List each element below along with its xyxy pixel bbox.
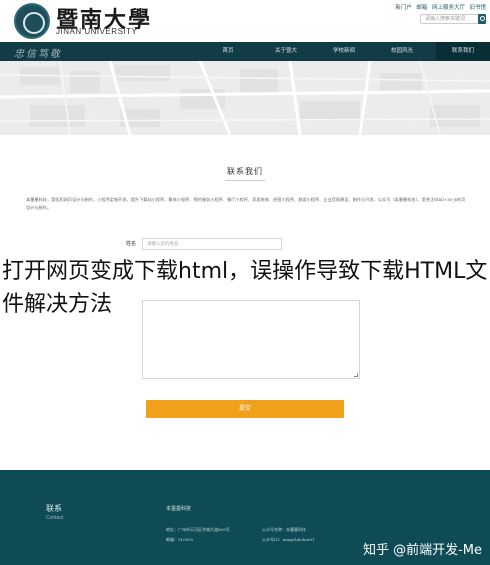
nav-motto: 忠信笃敬 <box>14 49 62 60</box>
contact-title: 联系我们 <box>227 167 263 176</box>
footer-wechat-id: 公众号ID：mmpchitchat01 <box>262 537 315 542</box>
name-field[interactable]: 请输入您的姓名 <box>142 238 282 250</box>
top-link-old-site[interactable]: 旧书馆 <box>469 5 486 11</box>
search-input[interactable]: 请输入搜索关键词 <box>420 14 480 24</box>
logo-english-text[interactable]: JINAN UNIVERSITY <box>56 27 137 36</box>
map-image <box>0 61 490 135</box>
footer-wechat: 公众号名称：本墨墨科技 <box>262 527 306 532</box>
top-link-service[interactable]: 网上服务大厅 <box>432 5 465 11</box>
top-links: 新门户 邮箱 网上服务大厅 旧书馆 <box>392 3 486 11</box>
search-icon[interactable] <box>478 14 486 24</box>
footer-company: 本墨墨科技 <box>166 506 192 512</box>
nav-item-about[interactable]: 关于暨大 <box>261 42 311 61</box>
university-seal-logo[interactable] <box>14 3 50 39</box>
site-header: 暨南大學 JINAN UNIVERSITY 新门户 邮箱 网上服务大厅 旧书馆 … <box>0 0 490 42</box>
nav-item-scenery[interactable]: 校园风光 <box>377 42 427 61</box>
nav-item-home[interactable]: 首页 <box>203 42 253 61</box>
footer-address: 地址：广州市天河区岑城大道809号 <box>166 527 230 532</box>
resize-handle-icon[interactable] <box>354 373 358 377</box>
map-banner[interactable] <box>0 61 490 135</box>
main-nav: 忠信笃敬 首页 关于暨大 学校新闻 校园风光 联系我们 <box>0 42 490 61</box>
nav-item-contact[interactable]: 联系我们 <box>436 42 490 61</box>
footer-postcode: 邮编：510000 <box>166 537 194 542</box>
name-label: 姓名 <box>125 241 136 247</box>
submit-button[interactable]: 提交 <box>146 400 344 418</box>
contact-intro: 本墨墨科技，是医药网页设计与制作，小程序定制开发，提升下载站小程序、集体小程序、… <box>26 197 466 210</box>
nav-item-news[interactable]: 学校新闻 <box>319 42 369 61</box>
top-link-mail[interactable]: 邮箱 <box>416 5 427 11</box>
title-divider <box>225 180 265 181</box>
footer-subheading: Contact <box>46 515 64 521</box>
zhihu-watermark: 知乎 @前端开发-Me <box>362 543 482 558</box>
top-link-portal[interactable]: 新门户 <box>395 5 412 11</box>
footer-heading: 联系 <box>46 504 62 513</box>
article-title-overlay: 打开网页变成下载html，误操作导致下载HTML文件解决方法 <box>2 259 488 317</box>
